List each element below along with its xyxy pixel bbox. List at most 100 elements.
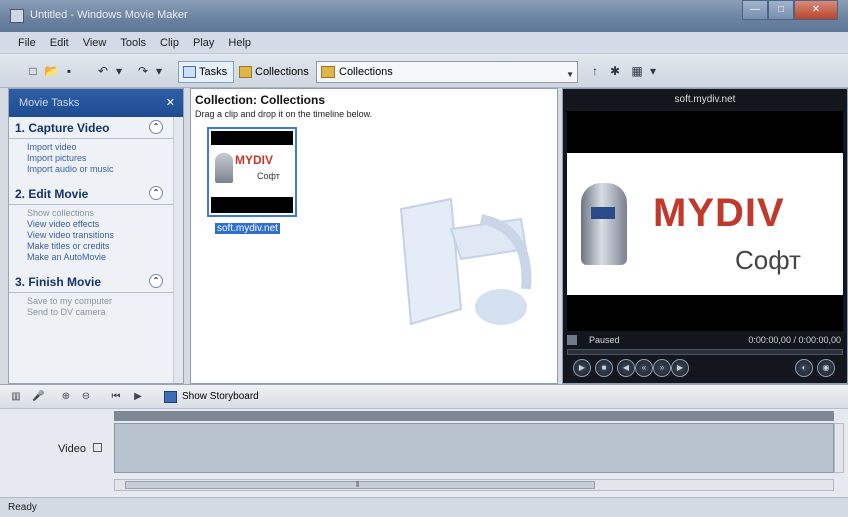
fast-forward-icon[interactable]: »: [653, 359, 671, 377]
collections-button-label: Collections: [255, 66, 309, 78]
video-track[interactable]: [114, 423, 834, 473]
menu-play[interactable]: Play: [193, 37, 214, 49]
redo-icon[interactable]: ↷: [136, 64, 150, 78]
menu-help[interactable]: Help: [228, 37, 251, 49]
window-title: Untitled - Windows Movie Maker: [30, 9, 188, 21]
next-frame-icon[interactable]: ▶: [671, 359, 689, 377]
window-controls: — □ ✕: [742, 0, 838, 20]
set-audio-levels-icon[interactable]: ▥: [10, 391, 22, 403]
chevron-up-icon[interactable]: ⌃: [149, 120, 163, 134]
chevron-down-icon: ▼: [566, 70, 574, 79]
seek-bar[interactable]: [567, 349, 843, 355]
minimize-button[interactable]: —: [742, 0, 768, 20]
task-link-video-effects[interactable]: View video effects: [27, 219, 183, 230]
monitor-logo: MYDIV: [653, 191, 785, 235]
timeline-horizontal-scrollbar[interactable]: ⦀: [114, 479, 834, 491]
status-bar: Ready: [0, 497, 848, 517]
tasks-scrollbar[interactable]: [173, 117, 183, 383]
collections-dropdown[interactable]: Collections ▼: [316, 61, 578, 83]
playback-controls: ▶ ■ ◀ « » ▶ ◐ ◉: [573, 359, 839, 379]
menu-bar: File Edit View Tools Clip Play Help: [0, 32, 848, 54]
task-link-automovie[interactable]: Make an AutoMovie: [27, 252, 183, 263]
playback-state: Paused: [589, 335, 620, 345]
tasks-icon: [183, 66, 196, 78]
expand-track-icon[interactable]: [93, 443, 102, 452]
monitor-status: Paused 0:00:00,00 / 0:00:00,00: [567, 333, 843, 349]
save-project-icon[interactable]: ▪: [62, 64, 76, 78]
storyboard-icon: [164, 391, 177, 403]
task-section-finish[interactable]: 3. Finish Movie ⌃: [9, 271, 183, 293]
task-links-finish: Save to my computer Send to DV camera: [9, 293, 183, 326]
robot-image: [215, 153, 233, 183]
play-timeline-icon[interactable]: ▶: [132, 391, 144, 403]
task-link-import-pictures[interactable]: Import pictures: [27, 153, 183, 164]
close-icon[interactable]: ✕: [166, 96, 175, 109]
task-link-titles-credits[interactable]: Make titles or credits: [27, 241, 183, 252]
task-section-capture[interactable]: 1. Capture Video ⌃: [9, 117, 183, 139]
scroll-thumb[interactable]: ⦀: [125, 480, 595, 489]
app-icon: [10, 9, 24, 23]
scroll-grip-icon: ⦀: [356, 480, 360, 489]
title-bar: Untitled - Windows Movie Maker — □ ✕: [0, 0, 848, 32]
timeline-vertical-scrollbar[interactable]: [834, 423, 844, 473]
monitor-logo-sub: Софт: [735, 245, 801, 275]
tasks-pane: Movie Tasks ✕ 1. Capture Video ⌃ Import …: [8, 88, 184, 384]
zoom-in-icon[interactable]: ⊕: [60, 391, 72, 403]
task-link-save-computer[interactable]: Save to my computer: [27, 296, 183, 307]
maximize-button[interactable]: □: [768, 0, 794, 20]
undo-icon[interactable]: ↶: [96, 64, 110, 78]
task-link-send-dv[interactable]: Send to DV camera: [27, 307, 183, 318]
collections-button[interactable]: Collections: [234, 61, 316, 83]
task-link-show-collections[interactable]: Show collections: [27, 208, 183, 219]
menu-clip[interactable]: Clip: [160, 37, 179, 49]
menu-tools[interactable]: Tools: [120, 37, 146, 49]
task-link-video-transitions[interactable]: View video transitions: [27, 230, 183, 241]
task-section-title: 2. Edit Movie: [15, 187, 89, 201]
task-link-import-audio[interactable]: Import audio or music: [27, 164, 183, 175]
open-project-icon[interactable]: 📂: [44, 64, 59, 78]
show-storyboard-label: Show Storyboard: [182, 391, 259, 402]
clip-label[interactable]: soft.mydiv.net: [215, 223, 280, 234]
play-icon[interactable]: ▶: [573, 359, 591, 377]
task-section-title: 3. Finish Movie: [15, 275, 102, 289]
clip-image: MYDIV Софт: [211, 131, 293, 213]
chevron-up-icon[interactable]: ⌃: [149, 186, 163, 200]
robot-image: [581, 183, 627, 265]
split-clip-icon[interactable]: ◐: [795, 359, 813, 377]
new-collection-icon[interactable]: ✱: [608, 64, 622, 78]
close-button[interactable]: ✕: [794, 0, 838, 20]
show-storyboard-button[interactable]: Show Storyboard: [164, 390, 259, 406]
monitor-screen: MYDIV Софт: [567, 111, 843, 331]
new-project-icon[interactable]: □: [26, 64, 40, 78]
zoom-out-icon[interactable]: ⊖: [80, 391, 92, 403]
up-level-icon[interactable]: ↑: [588, 64, 602, 78]
timeline-ruler[interactable]: [114, 411, 834, 421]
toolbar: □ 📂 ▪ ↶ ▾ ↷ ▾ Tasks Collections Collecti…: [0, 54, 848, 88]
undo-dropdown-icon[interactable]: ▾: [112, 64, 126, 78]
tasks-header-title: Movie Tasks: [19, 97, 80, 109]
status-text: Ready: [8, 502, 37, 513]
folder-icon: [321, 66, 335, 78]
task-section-edit[interactable]: 2. Edit Movie ⌃: [9, 183, 183, 205]
rewind-timeline-icon[interactable]: ⏮: [110, 391, 122, 403]
collection-title: Collection: Collections: [195, 93, 326, 107]
views-icon[interactable]: ▦: [630, 64, 644, 78]
clip-logo: MYDIV: [235, 153, 274, 167]
narrate-icon[interactable]: 🎤: [32, 391, 44, 403]
monitor-frame: MYDIV Софт: [567, 153, 843, 295]
stop-icon[interactable]: ■: [595, 359, 613, 377]
menu-view[interactable]: View: [83, 37, 107, 49]
task-link-import-video[interactable]: Import video: [27, 142, 183, 153]
menu-file[interactable]: File: [18, 37, 36, 49]
redo-dropdown-icon[interactable]: ▾: [152, 64, 166, 78]
snapshot-icon[interactable]: ◉: [817, 359, 835, 377]
tasks-button[interactable]: Tasks: [178, 61, 235, 83]
chevron-up-icon[interactable]: ⌃: [149, 274, 163, 288]
rewind-icon[interactable]: «: [635, 359, 653, 377]
menu-edit[interactable]: Edit: [50, 37, 69, 49]
collection-pane: Collection: Collections Drag a clip and …: [190, 88, 558, 384]
views-dropdown-icon[interactable]: ▾: [646, 64, 660, 78]
previous-frame-icon[interactable]: ◀: [617, 359, 635, 377]
clip-image-panel: MYDIV Софт: [211, 145, 293, 197]
clip-thumbnail[interactable]: MYDIV Софт: [207, 127, 297, 217]
